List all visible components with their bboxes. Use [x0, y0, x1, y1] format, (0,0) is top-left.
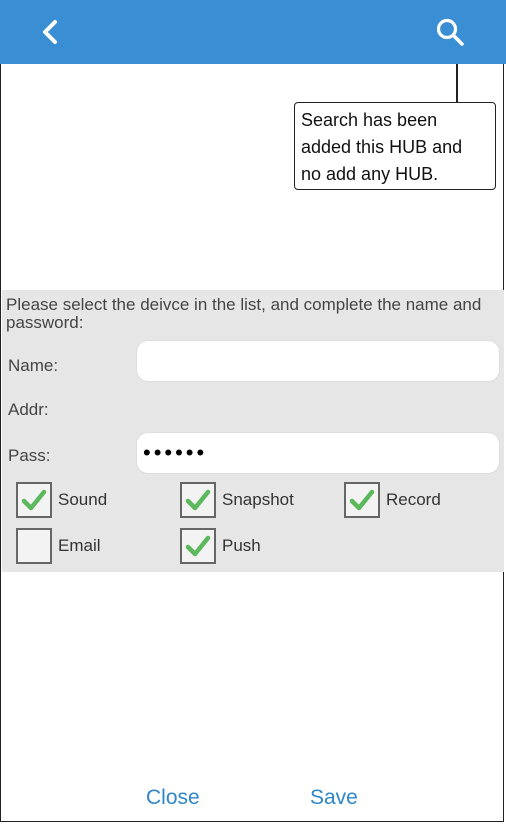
close-button[interactable]: Close [146, 786, 200, 810]
checkmark-icon [185, 489, 211, 511]
app-bar [0, 0, 506, 64]
checkbox-box [16, 528, 52, 564]
callout-line-3: no add any HUB. [301, 164, 439, 184]
record-label: Record [386, 490, 441, 509]
callout-line-2: added this HUB and [301, 137, 463, 157]
name-label: Name: [8, 356, 59, 375]
search-button[interactable] [428, 10, 472, 54]
push-checkbox[interactable]: Push [180, 528, 261, 564]
pass-label: Pass: [8, 446, 51, 465]
search-callout: Search has been added this HUB and no ad… [294, 102, 496, 190]
form-instructions: Please select the deivce in the list, an… [6, 295, 482, 332]
callout-pointer [456, 64, 458, 102]
name-field[interactable] [136, 340, 500, 382]
device-form-panel: Please select the deivce in the list, an… [2, 290, 504, 572]
checkmark-icon [21, 489, 47, 511]
email-checkbox[interactable]: Email [16, 528, 101, 564]
sound-label: Sound [58, 490, 108, 509]
sound-checkbox[interactable]: Sound [16, 482, 107, 518]
password-field[interactable]: •••••• [136, 432, 500, 474]
addr-label: Addr: [8, 400, 49, 419]
checkbox-box [16, 482, 52, 518]
save-button[interactable]: Save [310, 786, 358, 810]
snapshot-label: Snapshot [222, 490, 294, 509]
email-label: Email [58, 536, 101, 555]
chevron-left-icon [43, 20, 57, 44]
record-checkbox[interactable]: Record [344, 482, 441, 518]
checkbox-box [344, 482, 380, 518]
search-icon [436, 18, 464, 46]
callout-line-1: Search has been [301, 110, 438, 130]
back-button[interactable] [30, 12, 70, 52]
snapshot-checkbox[interactable]: Snapshot [180, 482, 294, 518]
checkmark-icon [349, 489, 375, 511]
checkbox-box [180, 482, 216, 518]
checkbox-box [180, 528, 216, 564]
push-label: Push [222, 536, 261, 555]
checkmark-icon [185, 535, 211, 557]
